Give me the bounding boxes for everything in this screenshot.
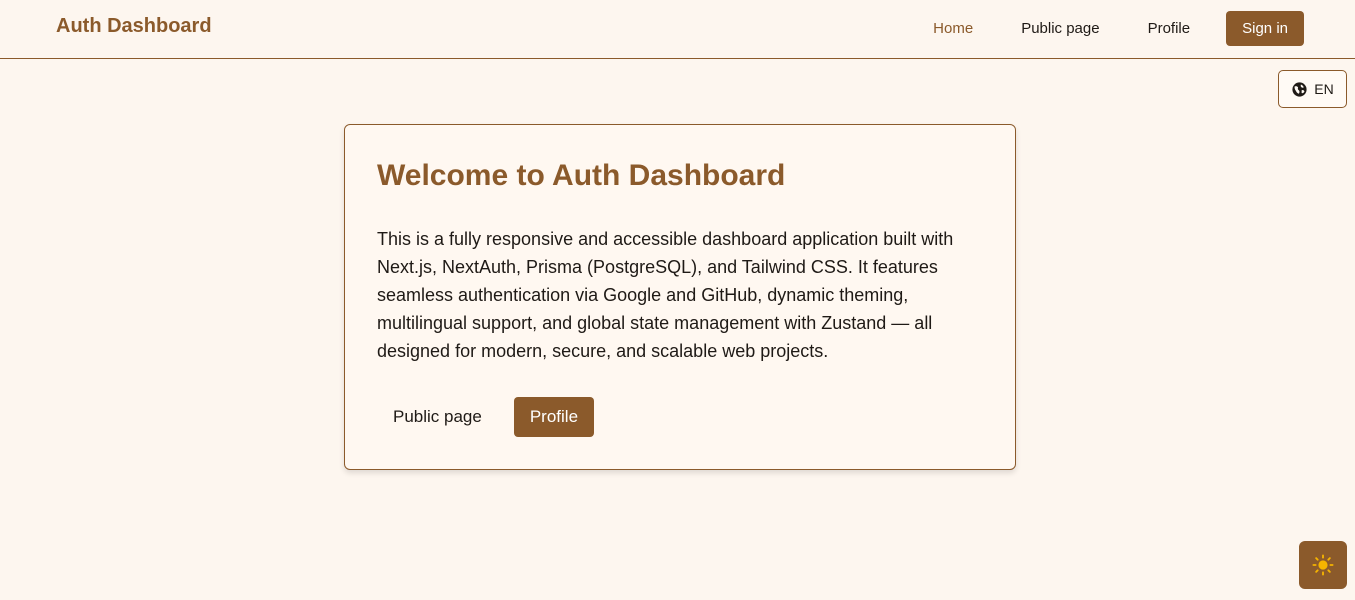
brand-title[interactable]: Auth Dashboard (56, 15, 212, 38)
profile-button[interactable]: Profile (513, 397, 595, 437)
main-nav: Home Public page Profile Sign in (909, 11, 1304, 46)
sign-in-button[interactable]: Sign in (1226, 11, 1304, 46)
welcome-card: Welcome to Auth Dashboard This is a full… (344, 124, 1016, 470)
welcome-description: This is a fully responsive and accessibl… (377, 229, 954, 361)
theme-toggle-button[interactable] (1299, 541, 1347, 589)
nav-link-home[interactable]: Home (909, 20, 997, 37)
nav-link-public-page[interactable]: Public page (997, 20, 1123, 37)
nav-link-profile[interactable]: Profile (1124, 20, 1215, 37)
card-actions: Public page Profile (377, 397, 983, 437)
globe-icon (1291, 81, 1308, 98)
top-navbar: Auth Dashboard Home Public page Profile … (0, 0, 1355, 59)
language-switcher-button[interactable]: EN (1278, 70, 1347, 108)
public-page-button[interactable]: Public page (377, 397, 498, 437)
welcome-title: Welcome to Auth Dashboard (377, 159, 786, 192)
sun-icon (1312, 554, 1334, 576)
language-label: EN (1314, 81, 1334, 97)
